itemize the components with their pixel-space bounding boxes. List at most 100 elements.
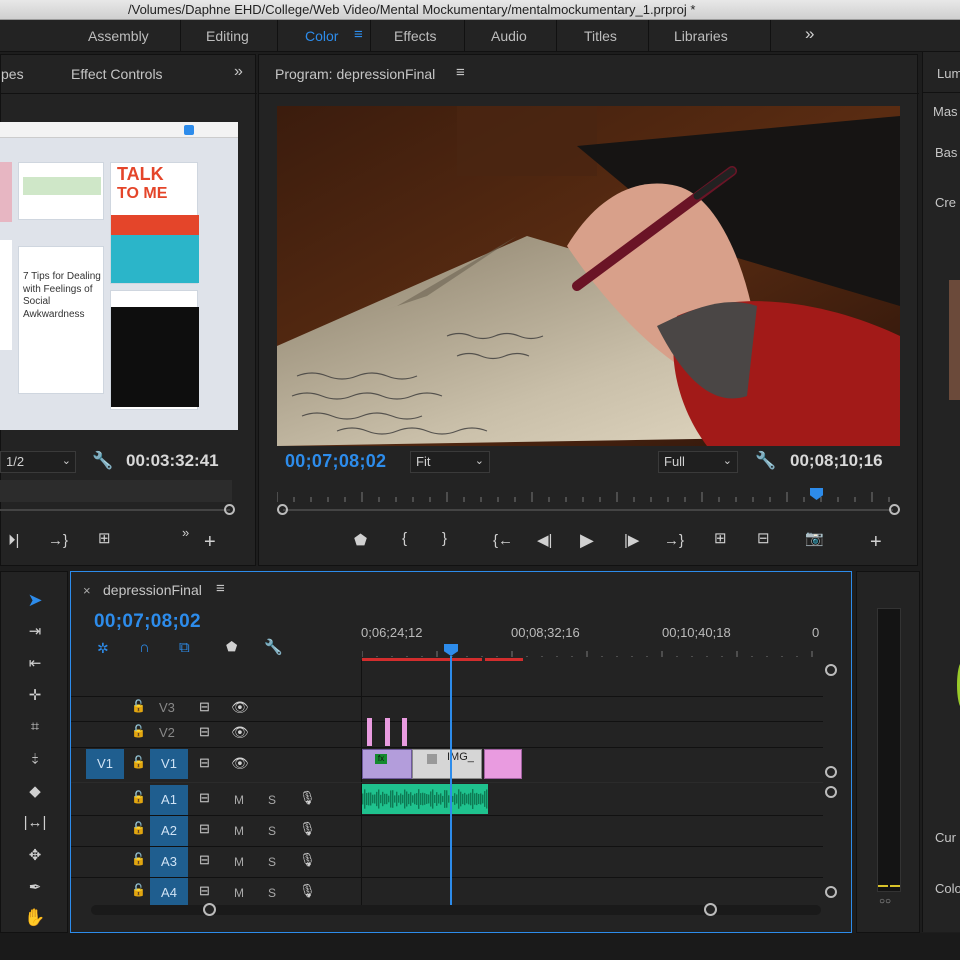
snap-magnet-icon[interactable]: ∩ (139, 640, 150, 655)
lock-icon[interactable]: 🔓 (131, 725, 146, 737)
sync-lock-icon[interactable]: ⊟ (199, 756, 210, 769)
pen-tool-icon[interactable]: ✥ (21, 846, 49, 870)
slip-tool-icon[interactable]: ◆ (21, 782, 49, 806)
workspace-tab-libraries[interactable]: Libraries (674, 28, 728, 44)
workspace-tab-color[interactable]: Color (305, 28, 338, 44)
hand-tool-icon[interactable]: ✋ (21, 908, 49, 932)
lock-icon[interactable]: 🔓 (131, 853, 146, 865)
scroll-end-handle[interactable] (704, 903, 717, 916)
workspace-tab-titles[interactable]: Titles (584, 28, 617, 44)
microphone-icon[interactable]: 🎙 (299, 822, 316, 835)
source-time-ruler[interactable] (0, 480, 232, 502)
close-icon[interactable]: × (83, 583, 91, 598)
step-forward-icon[interactable]: |▶ (624, 533, 639, 548)
add-marker-icon[interactable]: ⬟ (354, 533, 367, 548)
lock-icon[interactable]: 🔓 (131, 791, 146, 803)
workspace-tab-effects[interactable]: Effects (394, 28, 437, 44)
v1-clip-img[interactable]: IMG_ (412, 749, 482, 779)
zoom-dropdown[interactable]: Fit ⌄ (410, 451, 490, 473)
wrench-icon[interactable]: 🔧 (92, 452, 113, 469)
go-to-out-icon[interactable]: →} (664, 533, 684, 548)
microphone-icon[interactable]: 🎙 (299, 853, 316, 866)
program-time-ruler[interactable] (276, 486, 897, 502)
mute-button[interactable]: M (234, 824, 244, 838)
go-to-out-icon[interactable]: →} (48, 533, 68, 548)
add-marker-icon[interactable]: ⬟ (226, 640, 237, 653)
workspace-tab-editing[interactable]: Editing (206, 28, 249, 44)
scroll-handle[interactable] (825, 664, 837, 676)
export-frame-icon[interactable]: 📷 (805, 531, 824, 546)
insert-icon[interactable]: ⊞ (98, 531, 111, 546)
resolution-dropdown[interactable]: 1/2 ⌄ (0, 451, 76, 473)
track-name-a1[interactable]: A1 (150, 785, 188, 815)
program-scroll-end-handle[interactable] (889, 504, 900, 515)
track-name-a2[interactable]: A2 (150, 816, 188, 846)
solo-button[interactable]: S (268, 855, 276, 869)
sync-lock-icon[interactable]: ⊟ (199, 700, 210, 713)
lumetri-creative-section[interactable]: Cre (935, 195, 956, 210)
track-name-v3[interactable]: V3 (159, 700, 175, 715)
extract-icon[interactable]: ⊟ (757, 531, 770, 546)
solo-indicator-icon[interactable]: ○○ (879, 896, 891, 907)
v1-clip[interactable] (484, 749, 522, 779)
lumetri-basic-section[interactable]: Bas (935, 145, 957, 160)
mark-out-icon[interactable]: } (442, 531, 447, 546)
lumetri-master-dropdown[interactable]: Mas (933, 104, 958, 119)
track-name-v2[interactable]: V2 (159, 725, 175, 740)
v1-clip[interactable]: fx (362, 749, 412, 779)
track-name-a3[interactable]: A3 (150, 847, 188, 877)
workspace-overflow-icon[interactable]: » (805, 24, 814, 44)
eye-icon[interactable]: 👁 (231, 725, 249, 739)
mark-in-icon[interactable]: { (402, 531, 407, 546)
program-menu-icon[interactable]: ≡ (456, 64, 465, 81)
solo-button[interactable]: S (268, 824, 276, 838)
microphone-icon[interactable]: 🎙 (299, 791, 316, 804)
video-scrollbar[interactable] (823, 664, 837, 778)
program-scrollbar[interactable] (283, 509, 893, 511)
sync-lock-icon[interactable]: ⊟ (199, 791, 210, 804)
lumetri-curves-section[interactable]: Cur (935, 830, 956, 845)
rolling-edit-tool-icon[interactable]: ✛ (21, 686, 49, 710)
pen-icon[interactable]: ✒ (21, 878, 49, 902)
rate-stretch-tool-icon[interactable]: ⌗ (21, 718, 49, 742)
workspace-menu-icon[interactable]: ≡ (354, 26, 363, 43)
lumetri-color-wheels-section[interactable]: Colo (935, 881, 960, 896)
lock-icon[interactable]: 🔓 (131, 700, 146, 712)
tab-effect-controls[interactable]: Effect Controls (71, 66, 163, 82)
ripple-edit-tool-icon[interactable]: ⇤ (21, 654, 49, 678)
sync-lock-icon[interactable]: ⊟ (199, 884, 210, 897)
track-select-tool-icon[interactable]: ⇥ (21, 622, 49, 646)
play-icon[interactable]: ▶ (580, 531, 594, 549)
wrench-icon[interactable]: 🔧 (755, 452, 776, 469)
audio-scroll-handle[interactable] (825, 786, 837, 798)
linked-selection-icon[interactable]: ⧉ (179, 640, 190, 655)
step-forward-icon[interactable]: ⏵| (8, 533, 19, 548)
program-current-timecode[interactable]: 00;07;08;02 (285, 451, 386, 472)
button-editor-icon[interactable]: + (870, 532, 882, 552)
lift-icon[interactable]: ⊞ (714, 531, 727, 546)
timeline-ruler[interactable] (361, 644, 822, 661)
wrench-icon[interactable]: 🔧 (264, 640, 283, 655)
solo-button[interactable]: S (268, 793, 276, 807)
selection-tool-icon[interactable]: ➤ (21, 590, 49, 614)
sequence-menu-icon[interactable]: ≡ (216, 580, 225, 597)
sync-lock-icon[interactable]: ⊟ (199, 822, 210, 835)
workspace-tab-audio[interactable]: Audio (491, 28, 527, 44)
workspace-tab-assembly[interactable]: Assembly (88, 28, 149, 44)
audio-scroll-handle[interactable] (825, 886, 837, 898)
panel-overflow-icon[interactable]: » (234, 63, 243, 81)
step-back-icon[interactable]: ◀| (537, 533, 552, 548)
lock-icon[interactable]: 🔓 (131, 822, 146, 834)
track-name-v1[interactable]: V1 (150, 749, 188, 779)
sync-lock-icon[interactable]: ⊟ (199, 853, 210, 866)
lock-icon[interactable]: 🔓 (131, 756, 146, 768)
overflow-icon[interactable]: » (182, 526, 189, 539)
sync-lock-icon[interactable]: ⊟ (199, 725, 210, 738)
scroll-handle[interactable] (825, 766, 837, 778)
source-patch-v1[interactable]: V1 (86, 749, 124, 779)
tab-partial[interactable]: pes (1, 66, 24, 82)
lock-icon[interactable]: 🔓 (131, 884, 146, 896)
track-name-a4[interactable]: A4 (150, 878, 188, 908)
timeline-timecode[interactable]: 00;07;08;02 (94, 611, 201, 633)
nest-icon[interactable]: ✲ (97, 641, 109, 655)
